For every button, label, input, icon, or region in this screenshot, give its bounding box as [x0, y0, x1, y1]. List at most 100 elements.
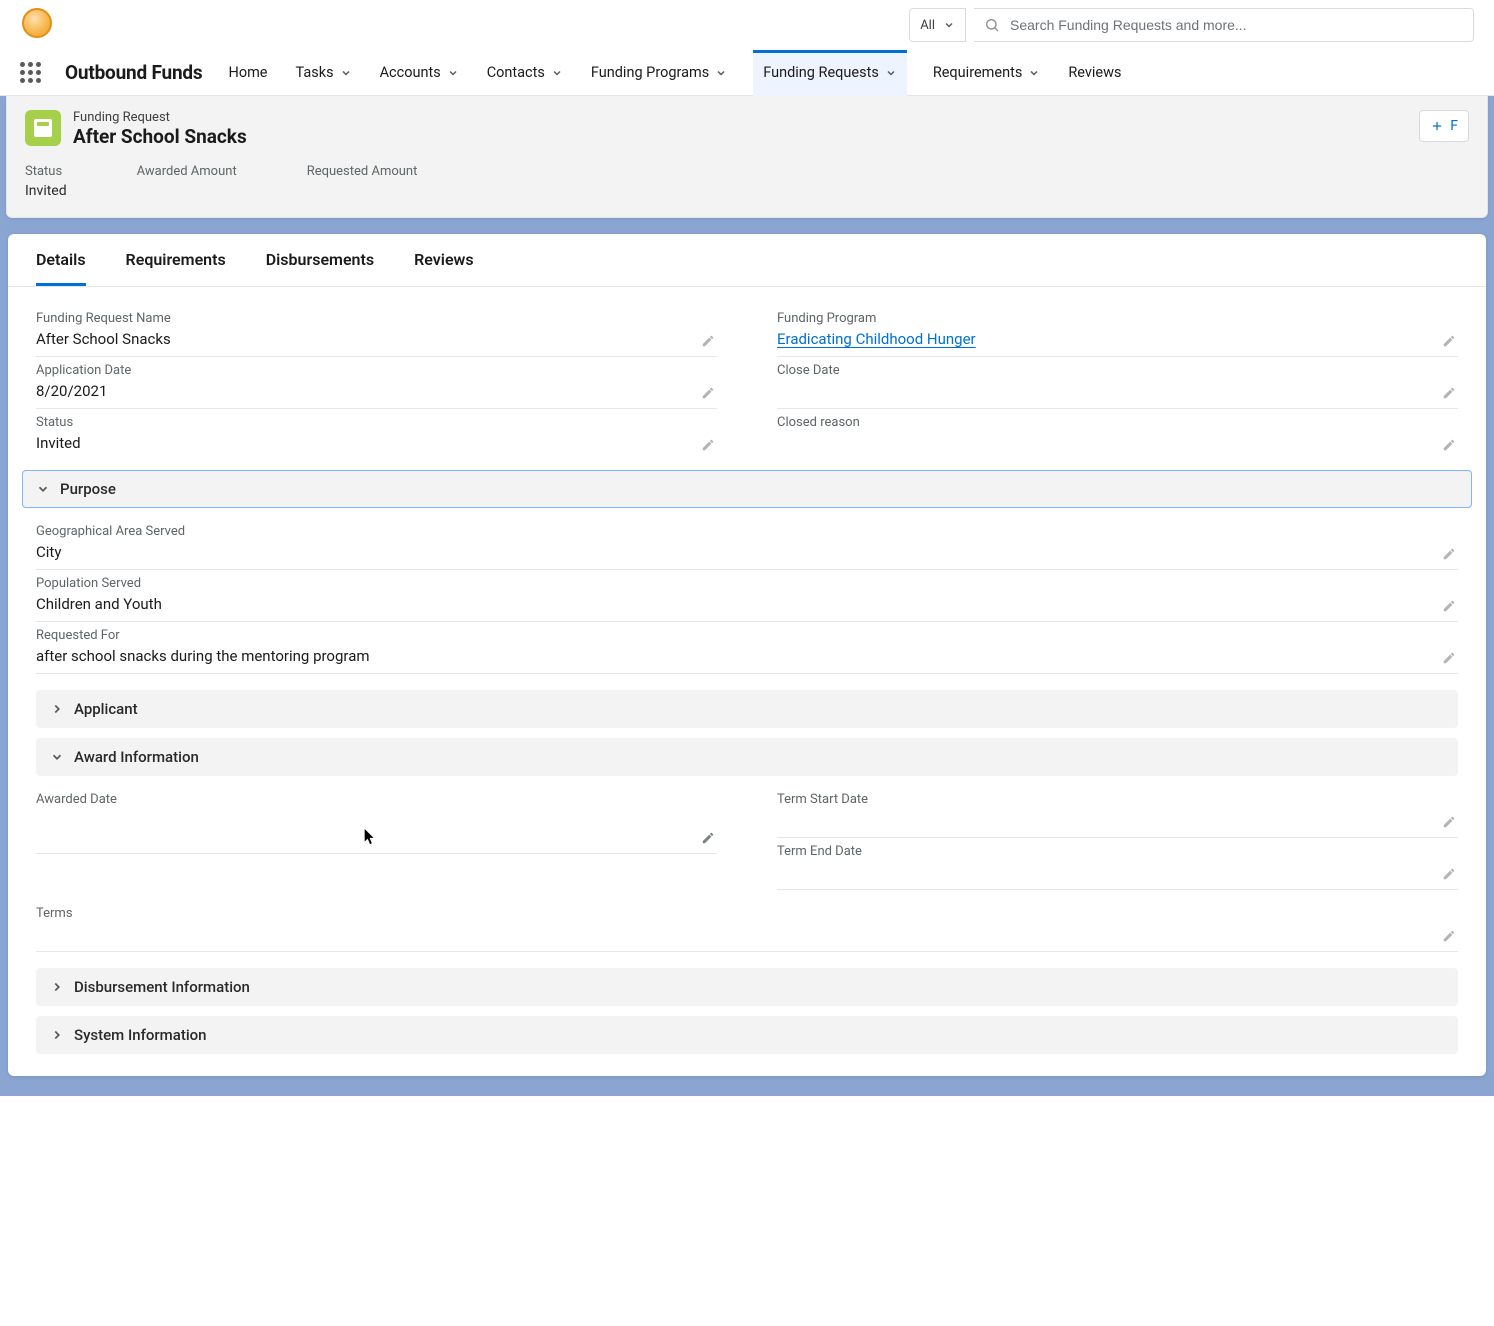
- field-close-date[interactable]: Close Date: [777, 357, 1458, 409]
- tab-reviews[interactable]: Reviews: [414, 234, 474, 286]
- search-input[interactable]: [1010, 17, 1463, 33]
- field-status[interactable]: Status Invited: [36, 409, 717, 460]
- chevron-down-icon: [1028, 67, 1040, 79]
- pencil-icon[interactable]: [701, 386, 715, 400]
- field-label: Term Start Date: [777, 792, 1458, 807]
- nav-tasks[interactable]: Tasks: [294, 50, 354, 96]
- nav-contacts[interactable]: Contacts: [485, 50, 565, 96]
- field-value: 8/20/2021: [36, 382, 717, 400]
- field-label: Funding Request Name: [36, 311, 717, 326]
- header-action-button[interactable]: F: [1419, 110, 1469, 142]
- section-system-label: System Information: [74, 1026, 207, 1044]
- pencil-icon[interactable]: [701, 334, 715, 348]
- chevron-down-icon: [551, 67, 563, 79]
- nav-funding-programs[interactable]: Funding Programs: [589, 50, 729, 96]
- field-value: [777, 863, 1458, 881]
- field-value: [777, 434, 1458, 452]
- nav-contacts-label: Contacts: [487, 64, 545, 81]
- field-closed-reason[interactable]: Closed reason: [777, 409, 1458, 460]
- record-header: Funding Request After School Snacks F St…: [6, 96, 1488, 218]
- chevron-right-icon: [50, 1028, 64, 1042]
- nav-reviews[interactable]: Reviews: [1066, 50, 1123, 96]
- plus-icon: [1430, 119, 1444, 133]
- field-label: Status: [36, 415, 717, 430]
- app-name: Outbound Funds: [65, 61, 202, 84]
- nav-requests-label: Funding Requests: [763, 64, 879, 81]
- field-label: Funding Program: [777, 311, 1458, 326]
- field-label: Close Date: [777, 363, 1458, 378]
- field-label: Requested For: [36, 628, 1458, 643]
- header-kv-status-label: Status: [25, 164, 67, 179]
- nav-home-label: Home: [228, 64, 267, 81]
- field-label: Geographical Area Served: [36, 524, 1458, 539]
- header-action-label: F: [1450, 118, 1458, 134]
- pencil-icon[interactable]: [1442, 438, 1456, 452]
- field-funding-program[interactable]: Funding Program Eradicating Childhood Hu…: [777, 305, 1458, 357]
- chevron-down-icon: [885, 67, 897, 79]
- chevron-down-icon: [340, 67, 352, 79]
- nav-accounts[interactable]: Accounts: [378, 50, 461, 96]
- header-kv-status: Status Invited: [25, 164, 67, 199]
- app-launcher-icon[interactable]: [20, 62, 41, 83]
- section-award-label: Award Information: [74, 748, 199, 766]
- field-geographical-area[interactable]: Geographical Area Served City: [36, 518, 1458, 570]
- nav-home[interactable]: Home: [226, 50, 269, 96]
- section-award[interactable]: Award Information: [36, 738, 1458, 776]
- field-application-date[interactable]: Application Date 8/20/2021: [36, 357, 717, 409]
- search-scope-select[interactable]: All: [909, 8, 966, 42]
- pencil-icon[interactable]: [1442, 334, 1456, 348]
- header-kv-requested: Requested Amount: [307, 164, 418, 199]
- pencil-icon[interactable]: [1442, 651, 1456, 665]
- pencil-icon[interactable]: [1442, 867, 1456, 881]
- header-kv-awarded: Awarded Amount: [137, 164, 237, 199]
- global-search: [974, 8, 1474, 42]
- chevron-down-icon: [447, 67, 459, 79]
- record-type-icon: [25, 110, 61, 146]
- field-population-served[interactable]: Population Served Children and Youth: [36, 570, 1458, 622]
- global-topbar: All: [0, 0, 1494, 50]
- section-applicant[interactable]: Applicant: [36, 690, 1458, 728]
- pencil-icon[interactable]: [701, 831, 715, 845]
- record-tabs: Details Requirements Disbursements Revie…: [8, 234, 1486, 287]
- field-awarded-date[interactable]: Awarded Date: [36, 786, 717, 854]
- field-value: [777, 382, 1458, 400]
- nav-programs-label: Funding Programs: [591, 64, 709, 81]
- field-value: [36, 811, 717, 829]
- pencil-icon[interactable]: [1442, 815, 1456, 829]
- field-label: Term End Date: [777, 844, 1458, 859]
- pencil-icon[interactable]: [1442, 599, 1456, 613]
- field-funding-request-name[interactable]: Funding Request Name After School Snacks: [36, 305, 717, 357]
- field-requested-for[interactable]: Requested For after school snacks during…: [36, 622, 1458, 674]
- field-value: After School Snacks: [36, 330, 717, 348]
- section-disbursement[interactable]: Disbursement Information: [36, 968, 1458, 1006]
- field-value: City: [36, 543, 1458, 561]
- pencil-icon[interactable]: [1442, 929, 1456, 943]
- section-purpose-label: Purpose: [60, 480, 116, 498]
- nav-requirements[interactable]: Requirements: [931, 50, 1043, 96]
- tab-requirements[interactable]: Requirements: [126, 234, 226, 286]
- header-kv-requested-label: Requested Amount: [307, 164, 418, 179]
- nav-funding-requests[interactable]: Funding Requests: [753, 50, 907, 96]
- search-icon: [984, 17, 1000, 33]
- section-disbursement-label: Disbursement Information: [74, 978, 250, 996]
- pencil-icon[interactable]: [1442, 547, 1456, 561]
- field-label: Application Date: [36, 363, 717, 378]
- field-term-end-date[interactable]: Term End Date: [777, 838, 1458, 890]
- chevron-down-icon: [715, 67, 727, 79]
- field-term-start-date[interactable]: Term Start Date: [777, 786, 1458, 838]
- field-value: [36, 925, 1458, 943]
- header-kv-status-value: Invited: [25, 183, 67, 199]
- pencil-icon[interactable]: [701, 438, 715, 452]
- field-value[interactable]: Eradicating Childhood Hunger: [777, 330, 1458, 348]
- tab-details[interactable]: Details: [36, 234, 86, 286]
- nav-accounts-label: Accounts: [380, 64, 441, 81]
- field-terms[interactable]: Terms: [36, 900, 1458, 952]
- field-value: [777, 811, 1458, 829]
- field-label: Population Served: [36, 576, 1458, 591]
- tab-disbursements[interactable]: Disbursements: [266, 234, 374, 286]
- section-purpose[interactable]: Purpose: [22, 470, 1472, 508]
- record-body: Details Requirements Disbursements Revie…: [8, 234, 1486, 1076]
- section-system[interactable]: System Information: [36, 1016, 1458, 1054]
- pencil-icon[interactable]: [1442, 386, 1456, 400]
- field-value: Invited: [36, 434, 717, 452]
